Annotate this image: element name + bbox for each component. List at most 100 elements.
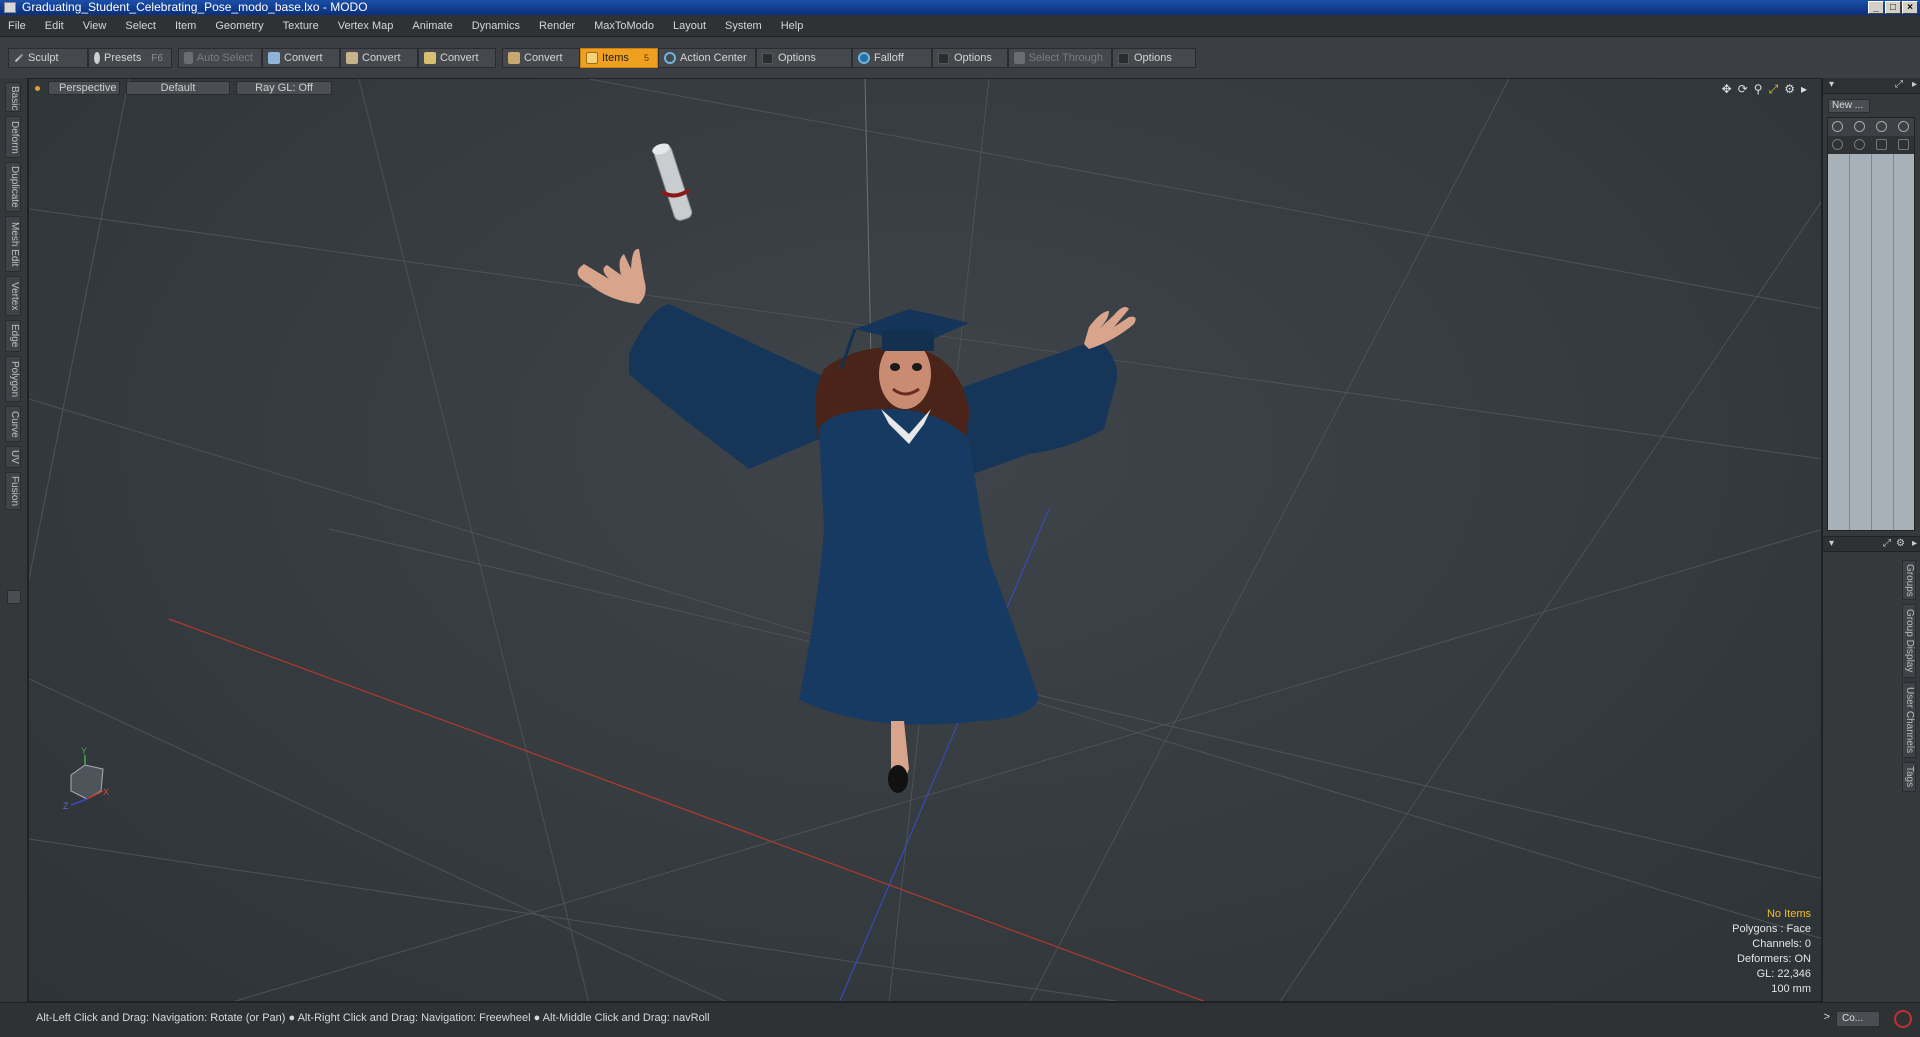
menu-item[interactable]: Item bbox=[175, 20, 196, 32]
items-mode-button[interactable]: Items 5 bbox=[580, 48, 658, 68]
menu-vertex-map[interactable]: Vertex Map bbox=[338, 20, 394, 32]
new-group-button[interactable]: New ... bbox=[1828, 99, 1870, 113]
menu-render[interactable]: Render bbox=[539, 20, 575, 32]
menu-texture[interactable]: Texture bbox=[283, 20, 319, 32]
options-label-1: Options bbox=[778, 52, 816, 64]
convert-vertices-button[interactable]: Convert bbox=[262, 48, 340, 68]
lock-icon[interactable] bbox=[1854, 121, 1865, 132]
menu-system[interactable]: System bbox=[725, 20, 762, 32]
menu-edit[interactable]: Edit bbox=[45, 20, 64, 32]
select-through-icon bbox=[1014, 52, 1025, 64]
tab-uv[interactable]: UV bbox=[5, 446, 21, 468]
record-icon[interactable] bbox=[1894, 1010, 1912, 1028]
convert-edges-button[interactable]: Convert bbox=[340, 48, 418, 68]
falloff-label: Falloff bbox=[874, 52, 904, 64]
chevron-right-icon[interactable]: ▸ bbox=[1912, 79, 1917, 90]
tab-groups[interactable]: Groups bbox=[1902, 560, 1916, 600]
tab-user-channels[interactable]: User Channels bbox=[1902, 682, 1916, 758]
select-through-options-button[interactable]: Options bbox=[1112, 48, 1196, 68]
expand-icon[interactable]: ⤢ bbox=[1895, 79, 1903, 90]
groups-list[interactable] bbox=[1827, 117, 1915, 531]
brush-icon bbox=[14, 53, 24, 63]
convert-polygons-button[interactable]: Convert bbox=[418, 48, 496, 68]
list-header bbox=[1828, 118, 1914, 136]
title-bar: Graduating_Student_Celebrating_Pose_modo… bbox=[0, 0, 1920, 15]
presets-icon bbox=[94, 52, 101, 64]
menu-bar: File Edit View Select Item Geometry Text… bbox=[0, 15, 1920, 37]
tab-fusion[interactable]: Fusion bbox=[5, 472, 21, 510]
presets-label: Presets bbox=[104, 52, 142, 64]
expand-icon[interactable]: ⤢ bbox=[1883, 538, 1891, 549]
tab-curve[interactable]: Curve bbox=[5, 406, 21, 442]
falloff-icon bbox=[858, 52, 870, 64]
expand-toggle[interactable] bbox=[7, 590, 21, 604]
rotate-icon[interactable]: ⟳ bbox=[1738, 82, 1748, 97]
presets-button[interactable]: Presets F6 bbox=[88, 48, 172, 68]
chevron-down-icon[interactable]: ▾ bbox=[1829, 538, 1834, 549]
select-icon[interactable] bbox=[1876, 139, 1887, 150]
list-row[interactable] bbox=[1828, 136, 1914, 154]
tab-basic[interactable]: Basic bbox=[5, 82, 21, 112]
menu-geometry[interactable]: Geometry bbox=[215, 20, 263, 32]
tab-edge[interactable]: Edge bbox=[5, 320, 21, 352]
maximize-viewport-icon[interactable]: ⤢ bbox=[1769, 82, 1779, 97]
select-through-label: Select Through bbox=[1028, 52, 1103, 64]
menu-maxtomodo[interactable]: MaxToModo bbox=[594, 20, 654, 32]
menu-select[interactable]: Select bbox=[125, 20, 156, 32]
view-type-dropdown[interactable]: Perspective bbox=[48, 81, 120, 95]
status-bar: Alt-Left Click and Drag: Navigation: Rot… bbox=[0, 1002, 1920, 1037]
zoom-icon[interactable]: ⚲ bbox=[1754, 82, 1763, 97]
auto-select-label: Auto Select bbox=[196, 52, 253, 64]
action-center-options-button[interactable]: Options bbox=[756, 48, 852, 68]
viewport-info-overlay: No Items Polygons : Face Channels: 0 Def… bbox=[1732, 907, 1811, 997]
tab-tags[interactable]: Tags bbox=[1902, 762, 1916, 792]
minimize-button[interactable]: _ bbox=[1868, 1, 1884, 14]
tab-duplicate[interactable]: Duplicate bbox=[5, 162, 21, 212]
menu-file[interactable]: File bbox=[8, 20, 26, 32]
gear-icon[interactable]: ⚙ bbox=[1784, 82, 1795, 97]
select-icon[interactable] bbox=[1876, 121, 1887, 132]
gear-icon[interactable]: ⚙ bbox=[1896, 538, 1905, 549]
eye-icon[interactable] bbox=[1832, 121, 1843, 132]
menu-animate[interactable]: Animate bbox=[412, 20, 452, 32]
sculpt-button[interactable]: Sculpt bbox=[8, 48, 88, 68]
orientation-gizmo: Y Z X bbox=[63, 746, 109, 811]
items-shortcut: 5 bbox=[643, 53, 649, 63]
render-icon[interactable] bbox=[1898, 139, 1909, 150]
menu-layout[interactable]: Layout bbox=[673, 20, 706, 32]
menu-dynamics[interactable]: Dynamics bbox=[472, 20, 520, 32]
menu-help[interactable]: Help bbox=[781, 20, 804, 32]
chevron-down-icon[interactable]: ▾ bbox=[1829, 79, 1834, 90]
eye-icon[interactable] bbox=[1832, 139, 1843, 150]
tab-mesh-edit[interactable]: Mesh Edit bbox=[5, 216, 21, 272]
tab-polygon[interactable]: Polygon bbox=[5, 356, 21, 402]
right-panel: ▾ ⤢ ▸ New ... ▾ ⤢ ⚙ ▸ Groups Group Displ… bbox=[1822, 78, 1920, 1002]
command-input[interactable]: Co... bbox=[1836, 1011, 1880, 1027]
falloff-button[interactable]: Falloff bbox=[852, 48, 932, 68]
shading-style-dropdown[interactable]: Default bbox=[126, 81, 230, 95]
falloff-options-button[interactable]: Options bbox=[932, 48, 1008, 68]
viewport-menu-icon[interactable] bbox=[35, 85, 40, 91]
raygl-toggle[interactable]: Ray GL: Off bbox=[236, 81, 332, 95]
3d-viewport[interactable]: Y Z X Perspective Default Ray GL: Off ✥ … bbox=[28, 78, 1822, 1002]
maximize-button[interactable]: □ bbox=[1885, 1, 1901, 14]
action-center-button[interactable]: Action Center bbox=[658, 48, 756, 68]
chevron-right-icon[interactable]: ▸ bbox=[1912, 538, 1917, 549]
command-expand-arrow[interactable]: > bbox=[1824, 1011, 1830, 1023]
tab-group-display[interactable]: Group Display bbox=[1902, 604, 1916, 678]
convert-items-button[interactable]: Convert bbox=[502, 48, 580, 68]
render-icon[interactable] bbox=[1898, 121, 1909, 132]
viewport-nav-tools: ✥ ⟳ ⚲ ⤢ ⚙ ▸ bbox=[1722, 82, 1807, 97]
chevron-right-icon[interactable]: ▸ bbox=[1801, 82, 1807, 97]
pan-icon[interactable]: ✥ bbox=[1722, 82, 1732, 97]
auto-select-button[interactable]: Auto Select bbox=[178, 48, 262, 68]
menu-view[interactable]: View bbox=[83, 20, 107, 32]
close-button[interactable]: × bbox=[1902, 1, 1918, 14]
tab-vertex[interactable]: Vertex bbox=[5, 276, 21, 316]
select-through-button[interactable]: Select Through bbox=[1008, 48, 1112, 68]
scene-canvas[interactable]: Y Z X bbox=[29, 79, 1822, 1002]
lock-icon[interactable] bbox=[1854, 139, 1865, 150]
options-checkbox-icon bbox=[938, 52, 949, 64]
tab-deform[interactable]: Deform bbox=[5, 116, 21, 158]
left-tool-tabs: Basic Deform Duplicate Mesh Edit Vertex … bbox=[0, 78, 28, 1002]
